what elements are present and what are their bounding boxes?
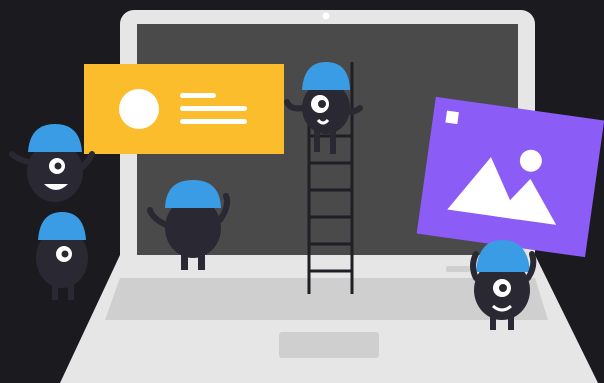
camera-icon bbox=[322, 12, 330, 20]
profile-line-2 bbox=[180, 106, 247, 111]
trackpad bbox=[279, 332, 379, 358]
status-light bbox=[446, 266, 470, 272]
profile-card-icon bbox=[119, 89, 159, 129]
profile-line-1 bbox=[180, 93, 216, 98]
image-card bbox=[416, 96, 604, 258]
character-stack-top bbox=[9, 124, 95, 202]
profile-card bbox=[84, 64, 284, 154]
laptop-illustration bbox=[9, 10, 604, 383]
illustration-stage bbox=[0, 0, 604, 383]
helmet-icon bbox=[38, 212, 86, 240]
character-stack-bottom bbox=[36, 212, 88, 300]
card-corner-square bbox=[445, 110, 459, 125]
profile-line-3 bbox=[180, 119, 247, 124]
helmet-icon bbox=[28, 124, 82, 152]
